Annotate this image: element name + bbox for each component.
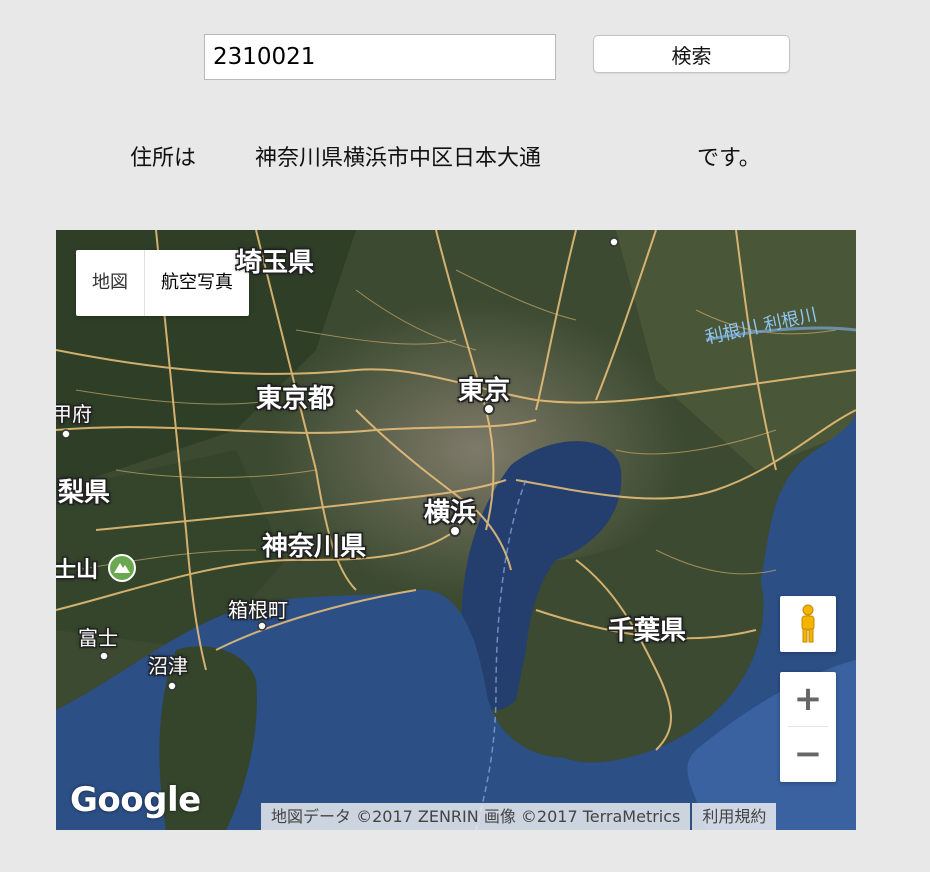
search-button[interactable]: 検索 (593, 35, 790, 73)
city-marker-icon (167, 681, 177, 691)
city-marker-icon (609, 237, 619, 247)
address-value: 神奈川県横浜市中区日本大通 (255, 146, 542, 171)
address-suffix: です。 (697, 146, 761, 171)
map-label-chiba: 千葉県 (608, 616, 687, 646)
zoom-in-button[interactable]: + (780, 672, 836, 726)
terms-link[interactable]: 利用規約 (692, 803, 777, 830)
map-label-tokyo-to: 東京都 (256, 384, 335, 414)
google-logo: Google (70, 780, 201, 820)
page: 検索 住所は 神奈川県横浜市中区日本大通 です。 (0, 0, 930, 872)
pegman-icon (801, 604, 815, 643)
address-prefix: 住所は (130, 146, 197, 171)
city-marker-icon (449, 525, 461, 537)
street-view-pegman[interactable] (780, 596, 836, 652)
map-attribution: 地図データ ©2017 ZENRIN 画像 ©2017 TerraMetrics… (261, 803, 777, 830)
map[interactable]: 地図 航空写真 埼玉県 東京都 東京 甲府 梨県 横浜 神奈川県 士山 箱根町 … (56, 230, 856, 830)
map-label-numazu: 沼津 (148, 654, 188, 678)
map-type-satellite[interactable]: 航空写真 (144, 250, 249, 316)
city-marker-icon (483, 403, 495, 415)
map-label-saitama: 埼玉県 (236, 248, 315, 278)
city-marker-icon (257, 621, 267, 631)
mountain-icon (108, 554, 136, 582)
city-marker-icon (61, 429, 71, 439)
zip-code-input[interactable] (204, 34, 556, 80)
zoom-control: + − (780, 672, 836, 782)
city-marker-icon (99, 651, 109, 661)
map-label-yamanashi: 梨県 (58, 478, 111, 508)
map-label-kanagawa: 神奈川県 (262, 532, 367, 562)
map-type-roadmap[interactable]: 地図 (76, 250, 144, 316)
attribution-text: 地図データ ©2017 ZENRIN 画像 ©2017 TerraMetrics (261, 803, 691, 830)
map-label-hakone: 箱根町 (228, 598, 288, 622)
zoom-out-button[interactable]: − (780, 727, 836, 781)
map-type-control: 地図 航空写真 (76, 250, 249, 316)
map-label-fuji: 富士 (78, 626, 118, 650)
map-label-kofu: 甲府 (56, 402, 92, 426)
map-label-fuji-san: 士山 (56, 558, 99, 583)
